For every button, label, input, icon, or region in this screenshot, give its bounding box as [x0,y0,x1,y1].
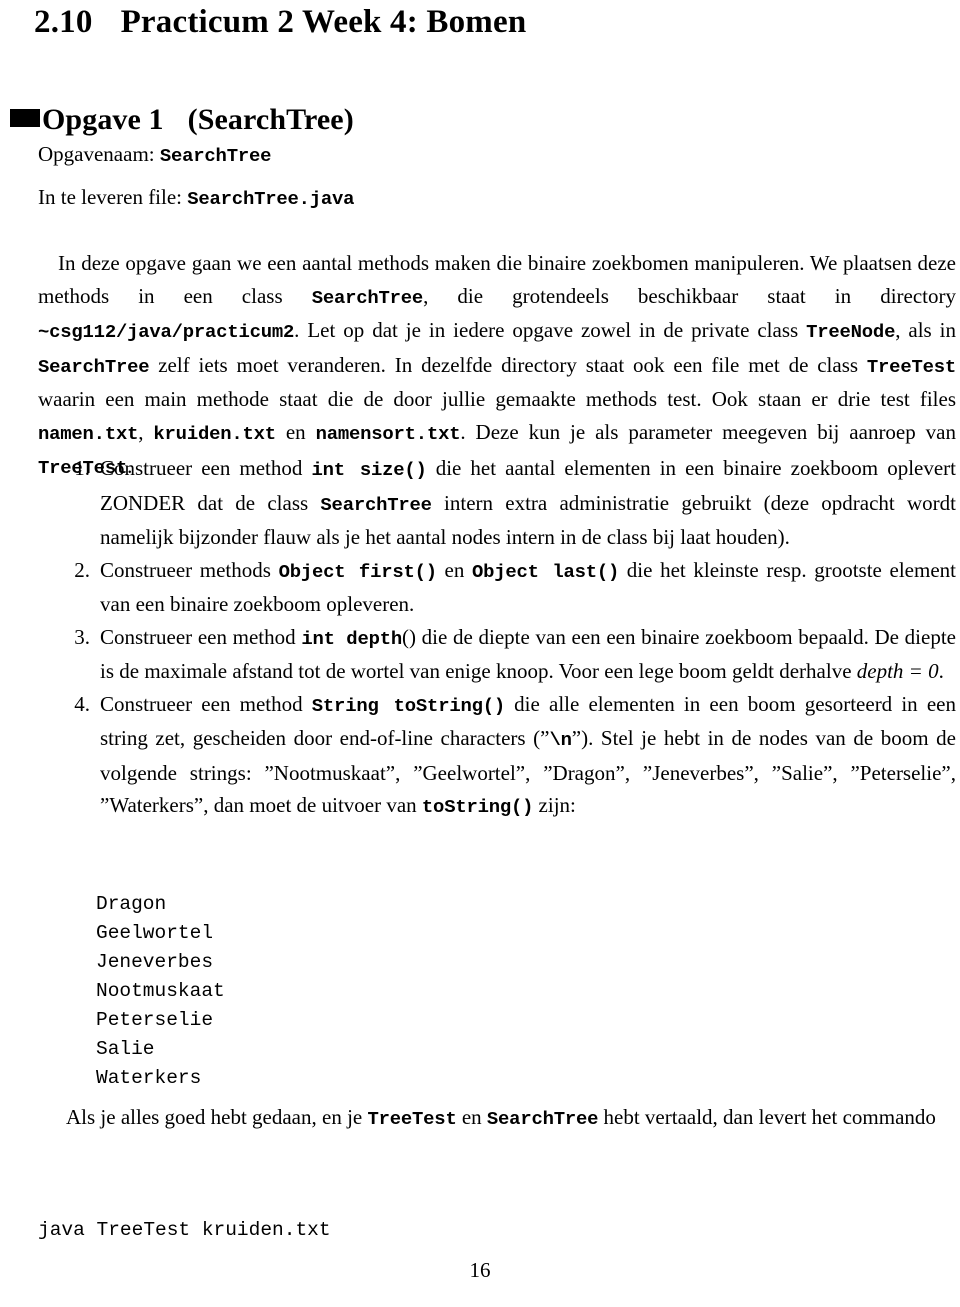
code-searchtree-4: SearchTree [486,1108,599,1130]
item3-text-1: Construeer een method [100,624,302,649]
closing-paragraph: Als je alles goed hebt gedaan, en je Tre… [38,1101,956,1136]
exercise-title-paren: (SearchTree) [187,103,354,136]
list-item: 1. Construeer een method int size() die h… [38,452,956,554]
section-heading: 2.10 Practicum 2 Week 4: Bomen [34,4,526,41]
code-directory-path: ~csg112/java/practicum2 [38,321,295,343]
square-bullet-icon [10,109,40,127]
code-newline-escape: \n [549,729,572,751]
intro-text-8: en [275,419,316,444]
list-marker: 2. [74,557,90,582]
code-kruiden-txt: kruiden.txt [153,422,276,445]
deliverable-line: In te leveren file: SearchTree.java [38,185,355,210]
closing-text-1: Als je alles goed hebt gedaan, en je [66,1105,368,1129]
verbatim-output-block: Dragon Geelwortel Jeneverbes Nootmuskaat… [96,892,225,1089]
item4-text-1: Construeer een method [100,691,312,716]
intro-text-2: , die grotendeels beschikbaar staat in d… [423,283,956,308]
deliverable-value: SearchTree.java [187,188,355,210]
intro-paragraph: In deze opgave gaan we een aantal method… [38,247,956,485]
item4-text-4: zijn: [533,793,576,817]
code-treenode: TreeNode [806,321,896,343]
intro-text-3: . Let op dat je in iedere opgave zowel i… [294,318,807,342]
deliverable-label: In te leveren file: [38,185,183,209]
closing-text-3: hebt vertaald, dan levert het commando [598,1105,936,1129]
code-tostring: toString() [421,796,534,818]
code-searchtree-1: SearchTree [311,286,424,309]
page-number: 16 [469,1258,491,1282]
list-item: 4. Construeer een method String toString(… [38,688,956,824]
item2-text-2: en [436,557,472,582]
exercise-title-group: Opgave 1 (SearchTree) [42,103,354,137]
opgavenaam-value: SearchTree [159,145,272,167]
item1-text-1: Construeer een method [100,456,312,480]
code-treetest-3: TreeTest [367,1108,457,1130]
opgavenaam-line: Opgavenaam: SearchTree [38,142,271,167]
item2-text-1: Construeer methods [100,557,279,582]
document-page: 2.10 Practicum 2 Week 4: Bomen Opgave 1 (S… [0,0,960,1307]
list-item: 3. Construeer een method int depth() die … [38,621,956,688]
section-title: Practicum 2 Week 4: Bomen [120,4,527,40]
closing-text-2: en [456,1105,487,1129]
intro-text-4: , als in [895,318,956,342]
intro-text-9: . Deze kun je als parameter meegeven bij… [460,419,956,444]
code-searchtree-3: SearchTree [320,493,432,516]
code-string-tostring: String toString() [311,694,506,717]
code-namen-txt: namen.txt [38,422,139,445]
code-object-last: Object last() [472,560,620,583]
list-marker: 3. [74,624,90,649]
code-treetest-1: TreeTest [866,355,956,378]
exercise-header: Opgave 1 (SearchTree) [10,103,354,137]
list-marker: 4. [74,691,90,716]
opgavenaam-label: Opgavenaam: [38,142,155,166]
intro-text-5: zelf iets moet veranderen. In dezelfde d… [149,352,867,377]
code-int-depth: int depth [301,627,402,650]
exercise-title: Opgave 1 [42,103,164,136]
exercise-task-list: 1. Construeer een method int size() die h… [38,452,956,824]
intro-text-7: , [138,419,154,444]
code-namensort-txt: namensort.txt [315,422,461,445]
math-depth-zero: depth = 0 [856,659,939,683]
list-item: 2. Construeer methods Object first() en O… [38,554,956,621]
verbatim-command-block: java TreeTest kruiden.txt [38,1218,331,1241]
intro-text-6: waarin een main methode staat die de doo… [38,387,956,411]
code-int-size: int size() [311,459,427,481]
item3-text-3: . [938,659,944,683]
section-number: 2.10 [34,4,93,40]
code-object-first: Object first() [278,560,437,583]
code-searchtree-2: SearchTree [38,355,150,378]
list-marker: 1. [74,456,90,480]
